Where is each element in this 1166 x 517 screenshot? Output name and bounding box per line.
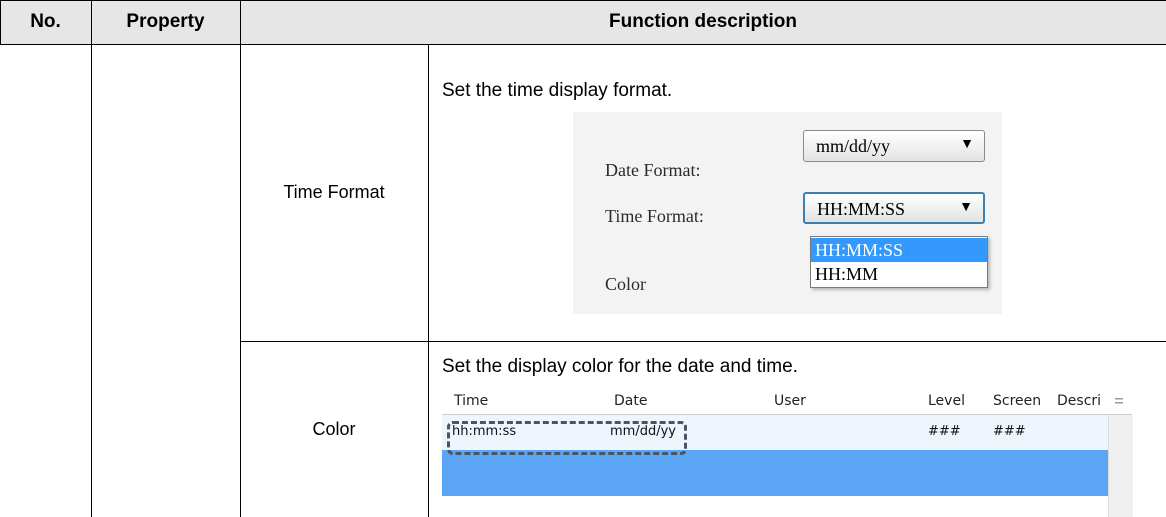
- table-left-border: [0, 0, 1, 44]
- alarm-list-screenshot: Time Date User Level Screen Descri hh:mm…: [442, 388, 1148, 517]
- header-no: No.: [30, 11, 61, 32]
- time-format-description: Set the time display format.: [442, 80, 673, 101]
- sub-property-time-format: Time Format: [283, 182, 385, 202]
- column-divider-subproperty: [428, 44, 429, 517]
- format-settings-screenshot: Date Format: mm/dd/yy ▼ Time Format: HH:…: [573, 112, 1002, 314]
- scroll-grip-icon: [1115, 398, 1123, 404]
- cell-level: ###: [928, 424, 961, 439]
- header-function-description: Function description: [609, 11, 797, 32]
- option-hh-mm-ss[interactable]: HH:MM:SS: [811, 238, 987, 262]
- time-format-dropdown[interactable]: HH:MM:SS ▼: [803, 192, 985, 224]
- header-bottom-border: [0, 44, 1166, 45]
- time-format-label: Time Format:: [605, 206, 704, 226]
- table-top-border: [0, 0, 1166, 1]
- chevron-down-icon: ▼: [959, 200, 973, 215]
- alarm-list-header: Time Date User Level Screen Descri: [442, 388, 1132, 415]
- time-format-options-list: HH:MM:SS HH:MM: [810, 236, 988, 288]
- time-format-value: HH:MM:SS: [817, 199, 906, 219]
- color-description: Set the display color for the date and t…: [442, 356, 798, 377]
- date-format-value: mm/dd/yy: [816, 136, 891, 156]
- chevron-down-icon: ▼: [960, 137, 974, 152]
- column-time[interactable]: Time: [454, 393, 488, 409]
- header-property: Property: [126, 11, 205, 32]
- column-user[interactable]: User: [774, 393, 806, 409]
- cell-screen: ###: [993, 424, 1026, 439]
- selected-table-row[interactable]: [442, 450, 1108, 496]
- date-format-dropdown[interactable]: mm/dd/yy ▼: [803, 130, 985, 162]
- color-label: Color: [605, 274, 647, 294]
- vertical-scrollbar[interactable]: [1108, 415, 1133, 517]
- option-hh-mm[interactable]: HH:MM: [811, 262, 987, 286]
- header-row: No. Property Function description: [0, 0, 1166, 44]
- column-description[interactable]: Descri: [1057, 393, 1101, 409]
- date-format-label: Date Format:: [605, 160, 701, 180]
- time-date-highlight-box: [447, 421, 687, 455]
- column-date[interactable]: Date: [614, 393, 647, 409]
- column-level[interactable]: Level: [928, 393, 965, 409]
- column-divider-no: [91, 0, 92, 517]
- sub-property-color: Color: [312, 418, 356, 439]
- column-screen[interactable]: Screen: [993, 393, 1041, 409]
